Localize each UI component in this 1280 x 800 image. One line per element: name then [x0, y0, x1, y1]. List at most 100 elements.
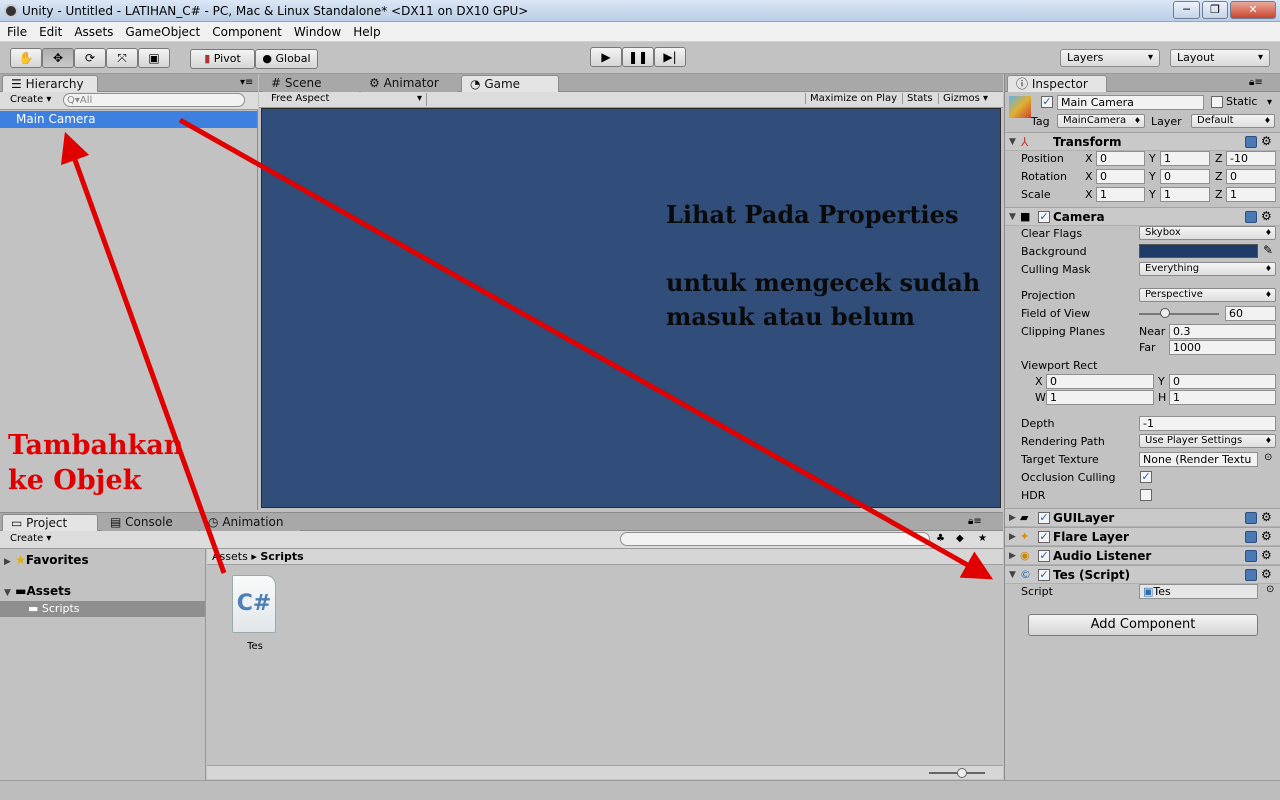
hdr-checkbox[interactable]: [1140, 489, 1152, 501]
target-texture-field[interactable]: None (Render Textu: [1139, 452, 1258, 467]
near-input[interactable]: 0.3: [1169, 324, 1276, 339]
project-search-input[interactable]: [620, 532, 930, 546]
scale-x-input[interactable]: 1: [1096, 187, 1145, 202]
move-tool-button[interactable]: ✥: [42, 48, 74, 68]
static-dropdown-icon[interactable]: ▾: [1267, 97, 1272, 108]
aspect-dropdown[interactable]: Free Aspect ▾: [263, 93, 427, 106]
menu-file[interactable]: File: [0, 22, 32, 39]
far-input[interactable]: 1000: [1169, 340, 1276, 355]
tag-dropdown[interactable]: MainCamera: [1057, 114, 1145, 128]
breadcrumb-assets[interactable]: Assets: [212, 550, 248, 563]
filter-by-type-icon[interactable]: ♣: [936, 533, 945, 544]
active-checkbox[interactable]: ✓: [1041, 96, 1053, 108]
layer-dropdown[interactable]: Default: [1191, 114, 1275, 128]
maximize-button[interactable]: ❐: [1202, 1, 1228, 19]
rotate-tool-button[interactable]: ⟳: [74, 48, 106, 68]
viewport-x-input[interactable]: 0: [1046, 374, 1154, 389]
menu-assets[interactable]: Assets: [67, 22, 118, 39]
tab-animation[interactable]: ◷ Animation: [200, 514, 300, 531]
depth-input[interactable]: -1: [1139, 416, 1276, 431]
project-create-button[interactable]: Create ▾: [10, 533, 51, 544]
favorite-star-icon[interactable]: ★: [978, 533, 987, 544]
tes-script-enabled-checkbox[interactable]: ✓: [1038, 569, 1050, 581]
menu-gameobject[interactable]: GameObject: [118, 22, 205, 39]
viewport-w-input[interactable]: 1: [1046, 390, 1154, 405]
zoom-slider-thumb[interactable]: [957, 768, 967, 778]
help-book-icon[interactable]: [1245, 550, 1257, 562]
tes-script-header[interactable]: ▼ © ✓ Tes (Script) ⚙: [1005, 565, 1280, 584]
hierarchy-create-button[interactable]: Create ▾: [10, 94, 51, 105]
viewport-h-input[interactable]: 1: [1169, 390, 1276, 405]
gear-icon[interactable]: ⚙: [1261, 210, 1272, 222]
guilayer-header[interactable]: ▶ ▰ ✓ GUILayer ⚙: [1005, 508, 1280, 527]
add-component-button[interactable]: Add Component: [1028, 614, 1258, 636]
global-toggle[interactable]: ● Global: [255, 49, 318, 69]
camera-enabled-checkbox[interactable]: ✓: [1038, 211, 1050, 223]
layout-dropdown[interactable]: Layout: [1170, 49, 1270, 67]
menu-component[interactable]: Component: [205, 22, 287, 39]
hand-tool-button[interactable]: ✋: [10, 48, 42, 68]
gizmos-dropdown[interactable]: Gizmos ▾: [938, 93, 988, 104]
gear-icon[interactable]: ⚙: [1261, 135, 1272, 147]
help-book-icon[interactable]: [1245, 569, 1257, 581]
step-button[interactable]: ▶|: [654, 47, 686, 67]
menu-window[interactable]: Window: [287, 22, 346, 39]
tree-assets[interactable]: ▼ ▬Assets: [4, 584, 71, 598]
menu-edit[interactable]: Edit: [32, 22, 67, 39]
pivot-toggle[interactable]: ▮ Pivot: [190, 49, 255, 69]
eyedropper-icon[interactable]: ✎: [1263, 243, 1273, 257]
help-book-icon[interactable]: [1245, 531, 1257, 543]
flare-layer-header[interactable]: ▶ ✦ ✓ Flare Layer ⚙: [1005, 527, 1280, 546]
gear-icon[interactable]: ⚙: [1261, 530, 1272, 542]
position-z-input[interactable]: -10: [1226, 151, 1276, 166]
breadcrumb-scripts[interactable]: Scripts: [260, 550, 303, 563]
static-checkbox[interactable]: [1211, 96, 1223, 108]
guilayer-enabled-checkbox[interactable]: ✓: [1038, 512, 1050, 524]
camera-header[interactable]: ▼ ■ ✓ Camera ⚙: [1005, 207, 1280, 226]
tab-animator[interactable]: ⚙ Animator: [361, 75, 457, 92]
occlusion-culling-checkbox[interactable]: ✓: [1140, 471, 1152, 483]
tab-inspector[interactable]: ⓘ Inspector: [1007, 75, 1107, 92]
scale-z-input[interactable]: 1: [1226, 187, 1276, 202]
rotation-y-input[interactable]: 0: [1160, 169, 1210, 184]
culling-mask-dropdown[interactable]: Everything: [1139, 262, 1276, 276]
tab-scene[interactable]: # Scene: [263, 75, 359, 92]
transform-header[interactable]: ▼ ⅄ Transform ⚙: [1005, 132, 1280, 151]
position-y-input[interactable]: 1: [1160, 151, 1210, 166]
object-name-input[interactable]: Main Camera: [1057, 95, 1204, 110]
play-button[interactable]: ▶: [590, 47, 622, 67]
tab-game[interactable]: ◔ Game: [461, 75, 559, 92]
help-book-icon[interactable]: [1245, 512, 1257, 524]
tree-favorites[interactable]: ▶ ★Favorites: [4, 553, 89, 567]
background-color-swatch[interactable]: [1139, 244, 1258, 258]
pause-button[interactable]: ❚❚: [622, 47, 654, 67]
position-x-input[interactable]: 0: [1096, 151, 1145, 166]
object-picker-icon[interactable]: ⊙: [1264, 452, 1272, 463]
tab-project[interactable]: ▭ Project: [2, 514, 98, 531]
gear-icon[interactable]: ⚙: [1261, 568, 1272, 580]
panel-menu-icon[interactable]: ▾≡: [240, 77, 253, 88]
hierarchy-search-input[interactable]: Q▾All: [63, 93, 245, 107]
inspector-lock-icon[interactable]: 🔒︎≡: [1249, 77, 1263, 88]
flare-layer-enabled-checkbox[interactable]: ✓: [1038, 531, 1050, 543]
script-field[interactable]: ▣Tes: [1139, 584, 1258, 599]
gear-icon[interactable]: ⚙: [1261, 549, 1272, 561]
hierarchy-item-main-camera[interactable]: Main Camera: [0, 111, 257, 128]
rendering-path-dropdown[interactable]: Use Player Settings: [1139, 434, 1276, 448]
scale-y-input[interactable]: 1: [1160, 187, 1210, 202]
object-picker-icon[interactable]: ⊙: [1266, 584, 1274, 595]
clear-flags-dropdown[interactable]: Skybox: [1139, 226, 1276, 240]
maximize-on-play-toggle[interactable]: Maximize on Play: [805, 93, 897, 104]
help-book-icon[interactable]: [1245, 136, 1257, 148]
scale-tool-button[interactable]: ⤧: [106, 48, 138, 68]
audio-listener-enabled-checkbox[interactable]: ✓: [1038, 550, 1050, 562]
fov-input[interactable]: 60: [1225, 306, 1276, 321]
tab-hierarchy[interactable]: ☰ Hierarchy: [2, 75, 98, 92]
tab-console[interactable]: ▤ Console: [102, 514, 198, 531]
tree-scripts[interactable]: ▬ Scripts: [0, 601, 205, 617]
close-button[interactable]: ✕: [1230, 1, 1276, 19]
rect-tool-button[interactable]: ▣: [138, 48, 170, 68]
gear-icon[interactable]: ⚙: [1261, 511, 1272, 523]
rotation-z-input[interactable]: 0: [1226, 169, 1276, 184]
viewport-y-input[interactable]: 0: [1169, 374, 1276, 389]
